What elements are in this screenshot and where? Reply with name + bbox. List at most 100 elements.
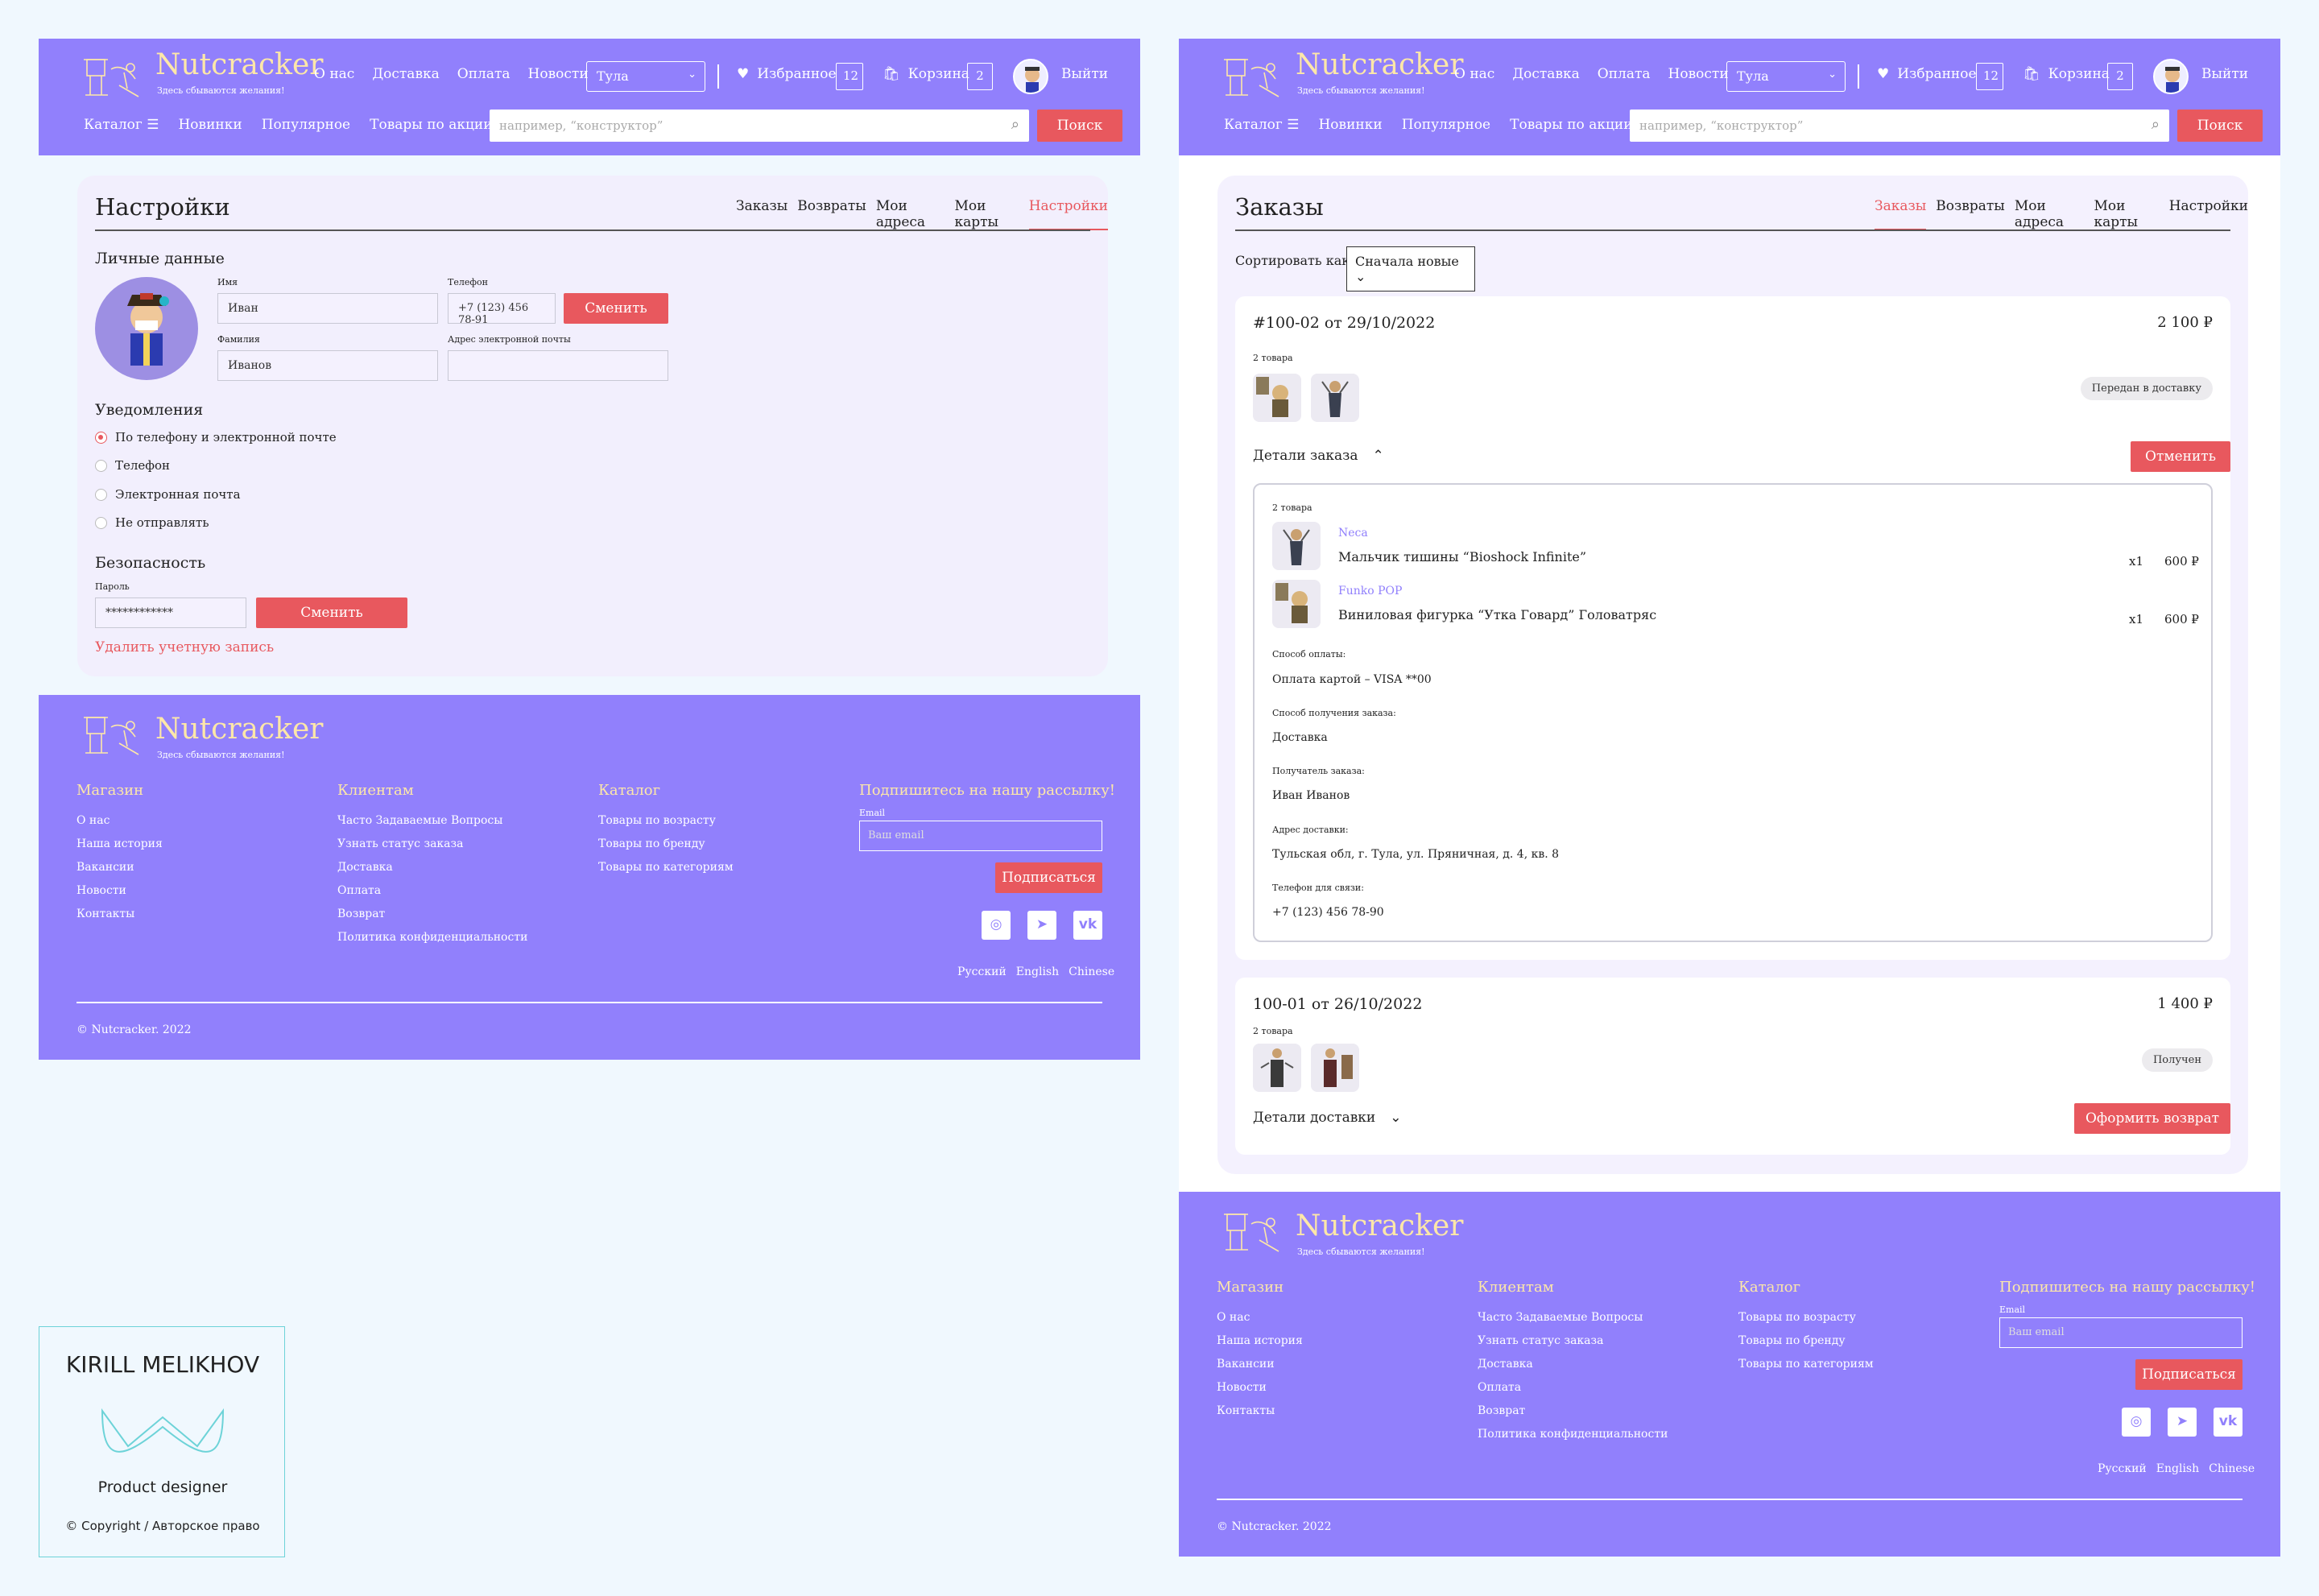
nav-item-about[interactable]: О нас <box>1454 66 1494 82</box>
favorites-link[interactable]: ♥ Избранное <box>737 66 837 82</box>
favorites-link[interactable]: ♥ Избранное <box>1877 66 1977 82</box>
product-thumbnail[interactable] <box>1253 1044 1301 1092</box>
product-thumbnail[interactable] <box>1311 1044 1359 1092</box>
subnav-item-new[interactable]: Новинки <box>178 117 242 133</box>
footer-link[interactable]: Новости <box>76 884 163 897</box>
cart-link[interactable]: 🛍 Корзина <box>883 66 969 82</box>
footer-link[interactable]: Узнать статус заказа <box>337 837 527 850</box>
tab-cards[interactable]: Мои карты <box>954 198 1019 230</box>
nav-item-delivery[interactable]: Доставка <box>1512 66 1579 82</box>
footer-link[interactable]: Оплата <box>1478 1381 1668 1394</box>
change-phone-button[interactable]: Сменить <box>564 293 668 324</box>
search-input[interactable]: например, “конструктор” ⌕ <box>490 110 1029 142</box>
last-name-field[interactable]: Иванов <box>217 350 438 381</box>
product-brand[interactable]: Funko POP <box>1338 585 1402 597</box>
tab-settings[interactable]: Настройки <box>2169 198 2248 230</box>
tab-settings[interactable]: Настройки <box>1028 198 1108 230</box>
footer-brand[interactable]: Nutcracker <box>155 713 323 746</box>
footer-link[interactable]: Контакты <box>76 908 163 920</box>
footer-link[interactable]: Товары по категориям <box>598 861 734 874</box>
subnav-item-popular[interactable]: Популярное <box>262 117 350 133</box>
logout-link[interactable]: Выйти <box>2201 66 2248 82</box>
footer-link[interactable]: Товары по бренду <box>598 837 734 850</box>
tab-returns[interactable]: Возвраты <box>797 198 866 230</box>
delivery-details-toggle[interactable]: Детали доставки ⌄ <box>1253 1110 1402 1126</box>
lang-en[interactable]: English <box>2156 1462 2199 1475</box>
cancel-order-button[interactable]: Отменить <box>2131 441 2230 472</box>
delete-account-link[interactable]: Удалить учетную запись <box>95 639 274 655</box>
order-details-toggle[interactable]: Детали заказа ⌃ <box>1253 448 1384 464</box>
footer-link[interactable]: Доставка <box>337 861 527 874</box>
return-order-button[interactable]: Оформить возврат <box>2074 1103 2230 1134</box>
tab-orders[interactable]: Заказы <box>1875 198 1927 230</box>
tab-cards[interactable]: Мои карты <box>2094 198 2159 230</box>
avatar[interactable] <box>1013 59 1048 94</box>
footer-link[interactable]: Наша история <box>1217 1334 1303 1347</box>
nav-item-payment[interactable]: Оплата <box>1598 66 1651 82</box>
lang-zh[interactable]: Chinese <box>1069 965 1114 978</box>
footer-link[interactable]: О нас <box>76 814 163 827</box>
city-select[interactable]: Тула ⌄ <box>586 61 705 92</box>
nutcracker-logo-icon[interactable] <box>79 711 148 763</box>
brand-name[interactable]: Nutcracker <box>1296 48 1463 81</box>
footer-link[interactable]: Новости <box>1217 1381 1303 1394</box>
logout-link[interactable]: Выйти <box>1061 66 1108 82</box>
lang-zh[interactable]: Chinese <box>2209 1462 2255 1475</box>
nav-item-news[interactable]: Новости <box>1668 66 1729 82</box>
footer-link[interactable]: О нас <box>1217 1311 1303 1324</box>
subscribe-email-input[interactable]: Ваш email <box>1999 1317 2243 1348</box>
lang-en[interactable]: English <box>1016 965 1059 978</box>
footer-link[interactable]: Оплата <box>337 884 527 897</box>
subscribe-email-input[interactable]: Ваш email <box>859 821 1102 851</box>
subnav-item-popular[interactable]: Популярное <box>1402 117 1490 133</box>
sort-select[interactable]: Сначала новые ⌄ <box>1346 246 1475 291</box>
subnav-item-sale[interactable]: Товары по акции % <box>370 117 510 133</box>
nav-item-delivery[interactable]: Доставка <box>372 66 439 82</box>
avatar[interactable] <box>2153 59 2189 94</box>
change-password-button[interactable]: Сменить <box>256 597 407 628</box>
subnav-item-new[interactable]: Новинки <box>1318 117 1382 133</box>
footer-link[interactable]: Товары по категориям <box>1738 1358 1874 1371</box>
notify-option-email[interactable]: Электронная почта <box>95 487 241 502</box>
footer-link[interactable]: Политика конфиденциальности <box>1478 1428 1668 1441</box>
footer-link[interactable]: Товары по возрасту <box>1738 1311 1874 1324</box>
order-number[interactable]: 100-01 от 26/10/2022 <box>1253 995 1422 1013</box>
brand-name[interactable]: Nutcracker <box>155 48 323 81</box>
product-thumbnail[interactable] <box>1272 522 1321 570</box>
product-name[interactable]: Виниловая фигурка “Утка Говард” Головатр… <box>1338 607 1656 622</box>
footer-link[interactable]: Узнать статус заказа <box>1478 1334 1668 1347</box>
tab-returns[interactable]: Возвраты <box>1936 198 2005 230</box>
subscribe-button[interactable]: Подписаться <box>995 862 1102 893</box>
catalog-button[interactable]: Каталог ☰ <box>84 117 159 133</box>
subscribe-button[interactable]: Подписаться <box>2135 1359 2243 1390</box>
vk-icon[interactable]: vk <box>2214 1408 2243 1437</box>
search-input[interactable]: например, “конструктор” ⌕ <box>1630 110 2169 142</box>
tab-addresses[interactable]: Мои адреса <box>876 198 945 230</box>
nav-item-payment[interactable]: Оплата <box>457 66 511 82</box>
tab-orders[interactable]: Заказы <box>736 198 787 230</box>
product-name[interactable]: Мальчик тишины “Bioshock Infinite” <box>1338 549 1586 564</box>
subnav-item-sale[interactable]: Товары по акции % <box>1510 117 1650 133</box>
footer-link[interactable]: Товары по возрасту <box>598 814 734 827</box>
lang-ru[interactable]: Русский <box>957 965 1007 978</box>
city-select[interactable]: Тула ⌄ <box>1726 61 1846 92</box>
vk-icon[interactable]: vk <box>1073 911 1102 940</box>
product-thumbnail[interactable] <box>1253 374 1301 422</box>
notify-option-phone-email[interactable]: По телефону и электронной почте <box>95 430 337 444</box>
nutcracker-logo-icon[interactable] <box>79 53 148 105</box>
footer-link[interactable]: Политика конфиденциальности <box>337 931 527 944</box>
profile-avatar[interactable] <box>95 277 198 380</box>
tab-addresses[interactable]: Мои адреса <box>2015 198 2085 230</box>
order-number[interactable]: #100-02 от 29/10/2022 <box>1253 314 1435 332</box>
search-button[interactable]: Поиск <box>2177 110 2263 142</box>
nav-item-about[interactable]: О нас <box>314 66 354 82</box>
footer-link[interactable]: Товары по бренду <box>1738 1334 1874 1347</box>
catalog-button[interactable]: Каталог ☰ <box>1224 117 1299 133</box>
footer-link[interactable]: Возврат <box>1478 1404 1668 1417</box>
nav-item-news[interactable]: Новости <box>528 66 589 82</box>
product-thumbnail[interactable] <box>1311 374 1359 422</box>
product-brand[interactable]: Neca <box>1338 527 1368 540</box>
footer-link[interactable]: Вакансии <box>1217 1358 1303 1371</box>
instagram-icon[interactable]: ◎ <box>2122 1408 2151 1437</box>
footer-link[interactable]: Контакты <box>1217 1404 1303 1417</box>
